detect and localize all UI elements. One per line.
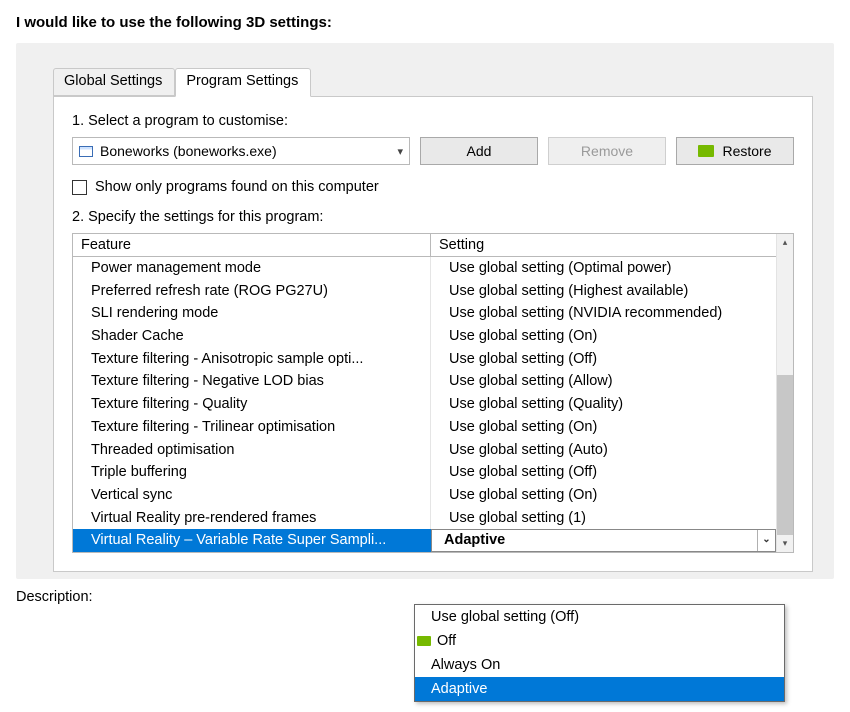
option-label: Always On [431,654,500,676]
settings-row[interactable]: SLI rendering modeUse global setting (NV… [73,302,776,325]
dropdown-option[interactable]: Use global setting (Off) [415,605,784,629]
setting-cell[interactable]: Use global setting (On) [431,416,776,439]
scrollbar-thumb[interactable] [777,375,793,535]
settings-row[interactable]: Virtual Reality pre-rendered framesUse g… [73,507,776,530]
settings-row[interactable]: Virtual Reality – Variable Rate Super Sa… [73,529,776,552]
feature-cell: Preferred refresh rate (ROG PG27U) [73,280,431,303]
dropdown-option[interactable]: Always On [415,653,784,677]
settings-row[interactable]: Triple bufferingUse global setting (Off) [73,461,776,484]
setting-cell[interactable]: Use global setting (Allow) [431,370,776,393]
scroll-up-button[interactable]: ▴ [777,234,793,251]
feature-cell: Texture filtering - Quality [73,393,431,416]
option-label: Use global setting (Off) [431,606,579,628]
step2-label: 2. Specify the settings for this program… [72,209,794,225]
add-button[interactable]: Add [420,137,538,165]
feature-cell: Texture filtering - Negative LOD bias [73,370,431,393]
setting-cell[interactable]: Use global setting (Auto) [431,439,776,462]
show-only-checkbox[interactable] [72,180,87,195]
setting-dropdown-popup: Use global setting (Off) Off Always On A… [414,604,785,702]
program-icon [79,146,93,157]
option-label: Off [437,630,456,652]
dropdown-option[interactable]: Adaptive [415,677,784,701]
vertical-scrollbar[interactable]: ▴ ▾ [776,234,793,552]
settings-row[interactable]: Shader CacheUse global setting (On) [73,325,776,348]
column-header-feature[interactable]: Feature [73,234,431,256]
restore-button[interactable]: Restore [676,137,794,165]
settings-panel: Global Settings Program Settings 1. Sele… [16,43,834,579]
setting-cell[interactable]: Adaptive ⌄ [431,529,776,552]
feature-cell: Threaded optimisation [73,439,431,462]
setting-cell[interactable]: Use global setting (Quality) [431,393,776,416]
settings-row[interactable]: Texture filtering - Negative LOD biasUse… [73,370,776,393]
feature-cell: Virtual Reality – Variable Rate Super Sa… [73,529,431,552]
setting-cell[interactable]: Use global setting (1) [431,507,776,530]
dropdown-option[interactable]: Off [415,629,784,653]
program-select[interactable]: Boneworks (boneworks.exe) ▾ [72,137,410,165]
nvidia-icon [698,145,714,157]
setting-cell[interactable]: Use global setting (Off) [431,461,776,484]
settings-grid: Feature Setting Power management modeUse… [72,233,794,553]
setting-cell[interactable]: Use global setting (NVIDIA recommended) [431,302,776,325]
setting-cell[interactable]: Use global setting (Optimal power) [431,257,776,280]
setting-value: Adaptive [444,529,505,552]
settings-row[interactable]: Texture filtering - Trilinear optimisati… [73,416,776,439]
program-select-value: Boneworks (boneworks.exe) [100,143,277,159]
settings-row[interactable]: Texture filtering - QualityUse global se… [73,393,776,416]
remove-button: Remove [548,137,666,165]
setting-cell[interactable]: Use global setting (On) [431,484,776,507]
page-heading: I would like to use the following 3D set… [16,14,834,31]
feature-cell: Texture filtering - Anisotropic sample o… [73,348,431,371]
setting-cell[interactable]: Use global setting (Off) [431,348,776,371]
feature-cell: SLI rendering mode [73,302,431,325]
nvidia-icon [417,636,431,646]
tab-body: 1. Select a program to customise: Bonewo… [53,96,813,572]
settings-row[interactable]: Threaded optimisationUse global setting … [73,439,776,462]
show-only-label: Show only programs found on this compute… [95,179,379,195]
chevron-down-icon[interactable]: ⌄ [757,530,775,551]
feature-cell: Power management mode [73,257,431,280]
settings-row[interactable]: Power management modeUse global setting … [73,257,776,280]
step1-label: 1. Select a program to customise: [72,113,794,129]
setting-cell[interactable]: Use global setting (Highest available) [431,280,776,303]
column-header-setting[interactable]: Setting [431,234,776,256]
feature-cell: Triple buffering [73,461,431,484]
setting-cell[interactable]: Use global setting (On) [431,325,776,348]
description-label: Description: [0,579,850,605]
settings-row[interactable]: Texture filtering - Anisotropic sample o… [73,348,776,371]
feature-cell: Vertical sync [73,484,431,507]
tab-global-settings[interactable]: Global Settings [53,68,175,96]
settings-row[interactable]: Vertical syncUse global setting (On) [73,484,776,507]
option-label: Adaptive [431,678,487,700]
settings-row[interactable]: Preferred refresh rate (ROG PG27U)Use gl… [73,280,776,303]
chevron-down-icon: ▾ [397,145,403,158]
scroll-down-button[interactable]: ▾ [777,535,793,552]
restore-button-label: Restore [722,143,771,159]
feature-cell: Virtual Reality pre-rendered frames [73,507,431,530]
tab-program-settings[interactable]: Program Settings [175,68,311,97]
feature-cell: Texture filtering - Trilinear optimisati… [73,416,431,439]
feature-cell: Shader Cache [73,325,431,348]
